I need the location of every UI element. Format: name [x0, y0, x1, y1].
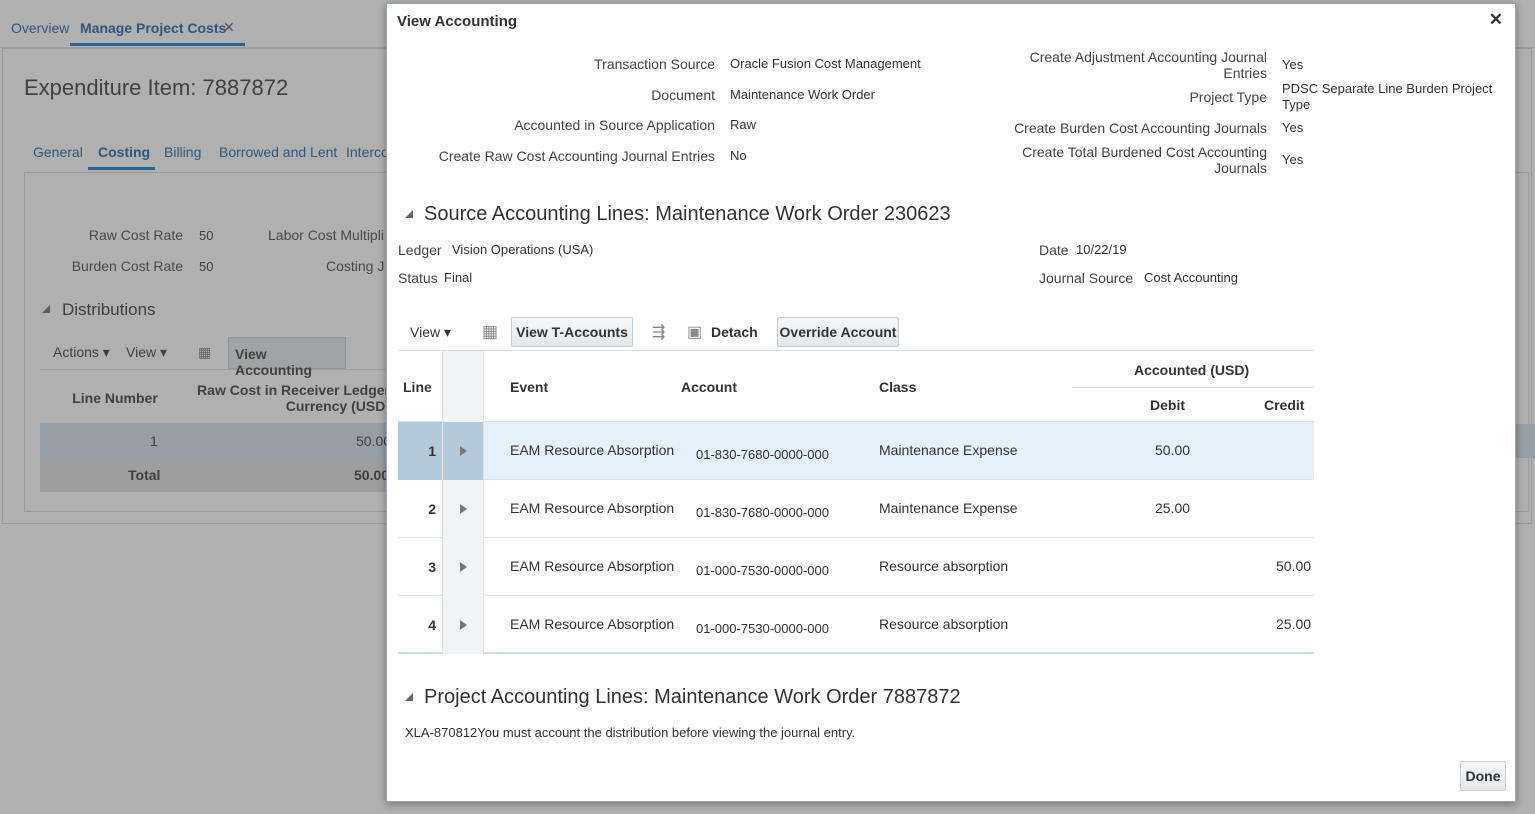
row-line: 3: [428, 559, 436, 575]
row-line: 4: [428, 617, 436, 633]
create-adjustment-label: Create Adjustment Accounting Journal Ent…: [1029, 49, 1267, 81]
col-class: Class: [879, 379, 917, 395]
col-account: Account: [681, 379, 737, 395]
row-debit: 50.00: [1155, 442, 1191, 458]
transaction-source-label: Transaction Source: [594, 56, 715, 72]
document-label: Document: [651, 87, 715, 103]
project-accounting-heading: Project Accounting Lines: Maintenance Wo…: [424, 686, 961, 708]
accounted-in-source-label: Accounted in Source Application: [514, 117, 715, 133]
ledger-value: Vision Operations (USA): [452, 242, 594, 257]
table-row[interactable]: 2 EAM Resource Absorption 01-830-7680-00…: [398, 480, 1314, 538]
table-header: Line Event Account Class Accounted (USD)…: [398, 350, 1314, 423]
accounting-lines-table: Line Event Account Class Accounted (USD)…: [398, 350, 1314, 656]
journal-source-label: Journal Source: [1039, 270, 1134, 286]
col-credit: Credit: [1264, 397, 1305, 413]
create-total-burdened-label: Create Total Burdened Cost Accounting Jo…: [1022, 144, 1267, 176]
detach-button[interactable]: Detach: [711, 324, 758, 340]
view-t-accounts-button[interactable]: View T-Accounts: [511, 317, 633, 347]
wrap-icon[interactable]: ⇶: [652, 322, 665, 342]
view-accounting-dialog: View Accounting ✕ Transaction Source Ora…: [386, 3, 1516, 802]
status-value: Final: [444, 270, 473, 285]
close-icon[interactable]: ✕: [1489, 10, 1503, 30]
date-label: Date: [1039, 242, 1069, 258]
row-debit: 25.00: [1155, 500, 1191, 516]
create-adjustment-value: Yes: [1282, 57, 1304, 72]
status-label: Status: [398, 270, 438, 286]
row-account: 01-000-7530-0000-000: [696, 621, 829, 636]
col-event: Event: [510, 379, 549, 395]
expand-row-icon[interactable]: [442, 480, 484, 538]
collapse-icon[interactable]: [405, 693, 413, 701]
row-credit: 50.00: [1276, 558, 1312, 574]
dialog-title: View Accounting: [397, 13, 518, 30]
freeze-icon[interactable]: ▦: [482, 322, 498, 342]
expand-row-icon[interactable]: [442, 596, 484, 654]
row-event: EAM Resource Absorption: [510, 558, 675, 574]
create-raw-cost-value: No: [730, 148, 747, 163]
create-total-burdened-value: Yes: [1282, 152, 1304, 167]
project-type-label: Project Type: [1189, 89, 1267, 105]
expand-column-header: [442, 351, 484, 423]
row-event: EAM Resource Absorption: [510, 442, 675, 458]
create-burden-cost-label: Create Burden Cost Accounting Journals: [1014, 120, 1267, 136]
row-account: 01-830-7680-0000-000: [696, 447, 829, 462]
header-divider: [1072, 387, 1314, 388]
expand-row-icon[interactable]: [442, 422, 484, 480]
row-line: 2: [428, 501, 436, 517]
row-line: 1: [428, 443, 436, 459]
create-raw-cost-label: Create Raw Cost Accounting Journal Entri…: [438, 148, 715, 164]
row-account: 01-830-7680-0000-000: [696, 505, 829, 520]
error-message: XLA-870812You must account the distribut…: [405, 725, 856, 740]
date-value: 10/22/19: [1076, 242, 1127, 257]
table-row[interactable]: 1 EAM Resource Absorption 01-830-7680-00…: [398, 422, 1314, 480]
create-burden-cost-value: Yes: [1282, 120, 1304, 135]
transaction-source-value: Oracle Fusion Cost Management: [730, 56, 921, 71]
row-class: Resource absorption: [879, 616, 1009, 632]
row-event: EAM Resource Absorption: [510, 616, 675, 632]
view-menu[interactable]: View ▾: [410, 324, 451, 341]
expand-row-icon[interactable]: [442, 538, 484, 596]
project-type-value: PDSC Separate Line Burden Project Type: [1282, 81, 1493, 112]
collapse-icon[interactable]: [405, 210, 413, 218]
row-class: Maintenance Expense: [879, 500, 1018, 516]
col-line: Line: [403, 379, 432, 395]
detach-icon[interactable]: ▣: [687, 322, 702, 342]
override-account-button[interactable]: Override Account: [777, 317, 899, 347]
row-class: Resource absorption: [879, 558, 1009, 574]
accounted-in-source-value: Raw: [730, 117, 757, 132]
source-accounting-heading: Source Accounting Lines: Maintenance Wor…: [424, 203, 951, 225]
ledger-label: Ledger: [398, 242, 442, 258]
col-accounted-usd: Accounted (USD): [1134, 362, 1250, 378]
row-account: 01-000-7530-0000-000: [696, 563, 829, 578]
done-button[interactable]: Done: [1460, 761, 1506, 791]
document-value: Maintenance Work Order: [730, 87, 875, 102]
row-event: EAM Resource Absorption: [510, 500, 675, 516]
col-debit: Debit: [1150, 397, 1185, 413]
row-credit: 25.00: [1276, 616, 1312, 632]
table-row[interactable]: 3 EAM Resource Absorption 01-000-7530-00…: [398, 538, 1314, 596]
journal-source-value: Cost Accounting: [1144, 270, 1238, 285]
row-class: Maintenance Expense: [879, 442, 1018, 458]
table-row[interactable]: 4 EAM Resource Absorption 01-000-7530-00…: [398, 596, 1314, 654]
